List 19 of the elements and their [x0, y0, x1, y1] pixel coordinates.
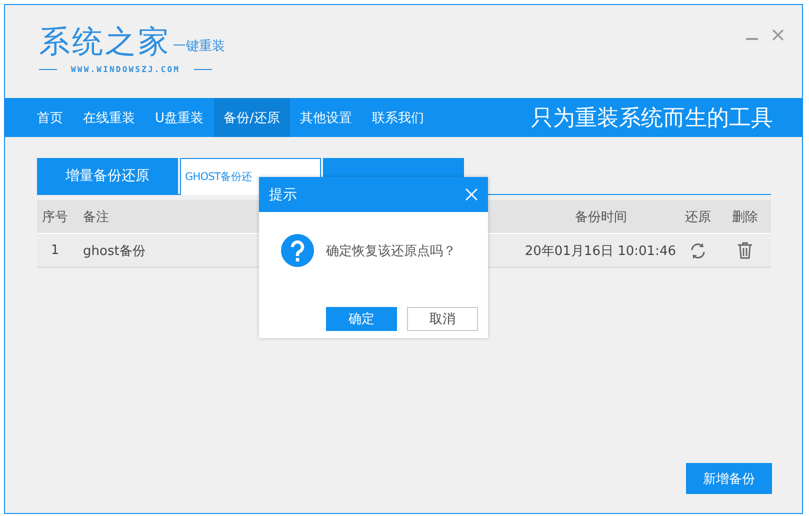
add-backup-button[interactable]: 新增备份: [686, 463, 772, 494]
dialog-message: 确定恢复该还原点吗？: [326, 242, 456, 260]
nav-item[interactable]: 联系我们: [362, 98, 434, 137]
tab[interactable]: 增量备份还原: [37, 158, 178, 194]
logo-subtitle: 一键重装: [173, 39, 225, 55]
logo-title: 系统之家: [39, 25, 171, 59]
nav-item[interactable]: 首页: [27, 98, 73, 137]
nav-item[interactable]: U盘重装: [145, 98, 214, 137]
slogan: 只为重装系统而生的工具: [531, 104, 773, 132]
column-header: 序号: [37, 200, 73, 234]
column-header: 还原: [677, 200, 719, 234]
logo-url: WWW.WINDOWSZJ.COM: [71, 65, 180, 74]
nav-item[interactable]: 其他设置: [290, 98, 362, 137]
column-header: 删除: [719, 200, 771, 234]
table-cell: 1: [37, 234, 73, 268]
nav-item[interactable]: 在线重装: [73, 98, 145, 137]
nav-item[interactable]: 备份/还原: [214, 98, 290, 137]
confirm-button[interactable]: 确定: [326, 307, 397, 331]
cancel-button[interactable]: 取消: [407, 307, 478, 331]
